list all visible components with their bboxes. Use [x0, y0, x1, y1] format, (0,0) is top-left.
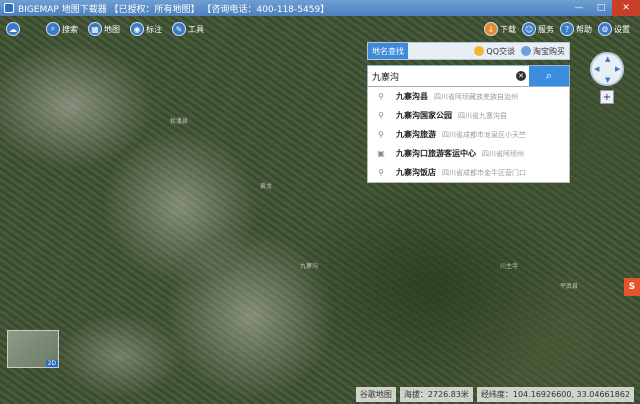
pan-left-icon[interactable]: ◀: [594, 65, 599, 73]
search-icon: ⌕: [46, 22, 60, 36]
download-icon: ↓: [484, 22, 498, 36]
search-submit-button[interactable]: ⌕: [529, 66, 569, 86]
status-bar: 谷歌地图 海拔：2726.83米 经纬度：104.16926600, 33.04…: [0, 384, 640, 404]
qq-chat-button[interactable]: QQ交谈: [474, 46, 515, 57]
map-label: 松潘县: [170, 118, 189, 125]
layer-icon: ☁: [6, 22, 20, 36]
marker-icon: ◉: [130, 22, 144, 36]
download-label: 下载: [500, 24, 516, 34]
result-item[interactable]: ⚲ 九寨沟饭店 四川省成都市金牛区营门口: [368, 163, 569, 182]
app-icon: [4, 3, 14, 13]
search-label: 搜索: [62, 24, 78, 34]
coordinate-readout: 经纬度：104.16926600, 33.04661862: [476, 386, 634, 402]
main-toolbar: ☁ ⌕ 搜索 ▦ 地图 ◉ 标注 ✎ 工具 ↓ 下载 ☺ 服务 ? 帮助 ⚙ 设…: [0, 18, 640, 40]
map-source: 谷歌地图: [355, 386, 396, 402]
help-icon: ?: [560, 22, 574, 36]
help-label: 帮助: [576, 24, 592, 34]
marker-button[interactable]: ◉ 标注: [130, 22, 162, 36]
qq-chat-label: QQ交谈: [486, 46, 515, 56]
taobao-buy-button[interactable]: 淘宝购买: [521, 46, 565, 57]
toolbar-right: ↓ 下载 ☺ 服务 ? 帮助 ⚙ 设置: [484, 18, 636, 40]
settings-label: 设置: [614, 24, 630, 34]
pan-up-icon[interactable]: ▲: [605, 55, 610, 63]
qq-icon: [474, 46, 485, 56]
result-address: 四川省成都市金牛区营门口: [442, 168, 526, 177]
service-icon: ☺: [522, 22, 536, 36]
layer-button[interactable]: ☁: [6, 22, 22, 36]
result-address: 四川省阿坝藏族羌族自治州: [434, 92, 518, 101]
settings-icon: ⚙: [598, 22, 612, 36]
result-item[interactable]: ▣ 九寨沟口旅游客运中心 四川省阿坝州: [368, 144, 569, 163]
map-type-icon: ▦: [88, 22, 102, 36]
location-pin-icon: ⚲: [378, 111, 384, 120]
window-title: BIGEMAP 地图下载器 【已授权：所有地图】 【咨询电话：400-118-5…: [18, 4, 330, 15]
result-item[interactable]: ⚲ 九寨沟县 四川省阿坝藏族羌族自治州: [368, 87, 569, 106]
result-name: 九寨沟饭店: [396, 168, 436, 177]
zoom-in-button[interactable]: +: [600, 90, 614, 104]
location-pin-icon: ⚲: [378, 168, 384, 177]
map-type-label: 地图: [104, 24, 120, 34]
search-panel-header: 地名查找 QQ交谈 淘宝购买: [367, 42, 570, 60]
download-button[interactable]: ↓ 下载: [484, 22, 516, 36]
pan-control[interactable]: ▲ ▼ ◀ ▶: [590, 52, 624, 86]
map-label: 九寨沟: [300, 263, 319, 270]
search-bar: ✕ ⌕: [367, 65, 570, 87]
location-pin-icon: ⚲: [378, 92, 384, 101]
result-item[interactable]: ⚲ 九寨沟国家公园 四川省九寨沟县: [368, 106, 569, 125]
clear-icon: ✕: [516, 71, 526, 81]
maximize-button[interactable]: □: [590, 0, 612, 16]
tools-button[interactable]: ✎ 工具: [172, 22, 204, 36]
pan-right-icon[interactable]: ▶: [615, 65, 620, 73]
place-search-panel: 地名查找 QQ交谈 淘宝购买 ✕ ⌕ ⚲ 九寨沟县 四川省阿坝藏族羌族自治州 ⚲…: [367, 42, 570, 183]
search-results: ⚲ 九寨沟县 四川省阿坝藏族羌族自治州 ⚲ 九寨沟国家公园 四川省九寨沟县 ⚲ …: [367, 87, 570, 183]
result-address: 四川省成都市龙泉区小天竺: [442, 130, 526, 139]
map-label: 川主寺: [500, 263, 519, 270]
result-name: 九寨沟国家公园: [396, 111, 452, 120]
result-item[interactable]: ⚲ 九寨沟旅游 四川省成都市龙泉区小天竺: [368, 125, 569, 144]
altitude-readout: 海拔：2726.83米: [399, 386, 473, 402]
minimap[interactable]: 2D: [7, 330, 59, 368]
result-address: 四川省九寨沟县: [458, 111, 507, 120]
clear-button[interactable]: ✕: [513, 66, 529, 86]
result-name: 九寨沟县: [396, 92, 428, 101]
marker-label: 标注: [146, 24, 162, 34]
tab-place-search[interactable]: 地名查找: [368, 43, 408, 59]
window-controls: — □ ✕: [568, 0, 640, 16]
bus-station-icon: ▣: [377, 149, 385, 158]
taobao-buy-label: 淘宝购买: [533, 46, 565, 56]
map-label: 黄龙: [260, 183, 273, 190]
result-name: 九寨沟口旅游客运中心: [396, 149, 476, 158]
tools-label: 工具: [188, 24, 204, 34]
title-bar: BIGEMAP 地图下载器 【已授权：所有地图】 【咨询电话：400-118-5…: [0, 0, 640, 16]
map-type-button[interactable]: ▦ 地图: [88, 22, 120, 36]
location-pin-icon: ⚲: [378, 130, 384, 139]
search-icon: ⌕: [545, 69, 553, 82]
service-button[interactable]: ☺ 服务: [522, 22, 554, 36]
result-name: 九寨沟旅游: [396, 130, 436, 139]
minimap-mode-tag[interactable]: 2D: [45, 360, 58, 367]
minimize-button[interactable]: —: [568, 0, 590, 16]
settings-button[interactable]: ⚙ 设置: [598, 22, 630, 36]
service-label: 服务: [538, 24, 554, 34]
pan-down-icon[interactable]: ▼: [605, 76, 610, 84]
search-button[interactable]: ⌕ 搜索: [46, 22, 78, 36]
close-button[interactable]: ✕: [612, 0, 640, 16]
help-button[interactable]: ? 帮助: [560, 22, 592, 36]
shop-icon: [521, 46, 531, 56]
result-address: 四川省阿坝州: [482, 149, 524, 158]
tools-icon: ✎: [172, 22, 186, 36]
search-input[interactable]: [368, 66, 513, 86]
side-logo: S: [624, 278, 640, 296]
map-label: 平武县: [560, 283, 579, 290]
